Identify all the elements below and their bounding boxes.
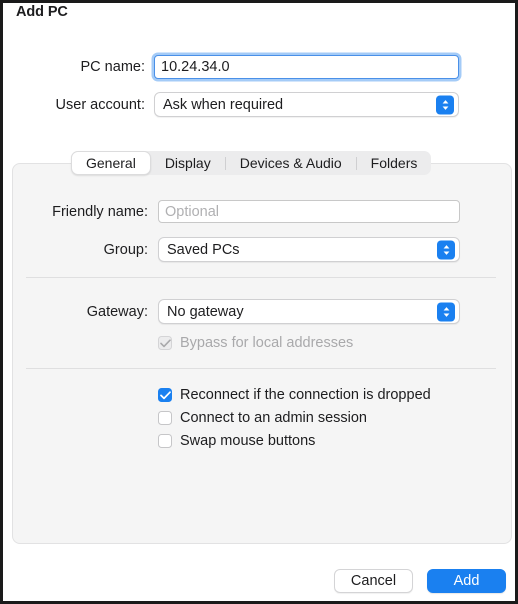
swap-mouse-buttons-checkbox[interactable]: Swap mouse buttons: [158, 433, 315, 449]
checkbox-unchecked-icon: [158, 434, 172, 448]
user-account-select[interactable]: Ask when required: [154, 92, 459, 117]
divider-1: [26, 277, 496, 278]
user-account-row: User account: Ask when required: [35, 92, 460, 117]
checkbox-unchecked-icon: [158, 411, 172, 425]
gateway-row: Gateway: No gateway: [26, 299, 470, 324]
group-label: Group:: [103, 241, 148, 258]
chevron-up-down-icon: [437, 302, 455, 321]
tab-display[interactable]: Display: [151, 151, 225, 175]
friendly-name-row: Friendly name: Optional: [26, 200, 470, 223]
checkbox-checked-icon: [158, 388, 172, 402]
connect-admin-session-label: Connect to an admin session: [180, 410, 367, 426]
gateway-label: Gateway:: [86, 303, 148, 320]
tab-folders[interactable]: Folders: [357, 151, 432, 175]
gateway-select[interactable]: No gateway: [158, 299, 460, 324]
pc-name-row: PC name: 10.24.34.0: [35, 55, 460, 79]
bypass-local-addresses-checkbox: Bypass for local addresses: [158, 335, 353, 351]
group-row: Group: Saved PCs: [26, 237, 470, 262]
user-account-value: Ask when required: [163, 96, 284, 113]
group-value: Saved PCs: [167, 241, 240, 258]
group-select[interactable]: Saved PCs: [158, 237, 460, 262]
settings-tabs: General Display Devices & Audio Folders: [71, 151, 432, 175]
bypass-local-addresses-label: Bypass for local addresses: [180, 335, 354, 351]
general-tab-panel: Friendly name: Optional Group: Saved PCs…: [12, 163, 512, 544]
chevron-up-down-icon: [436, 95, 454, 114]
friendly-name-label: Friendly name:: [52, 203, 148, 220]
reconnect-if-dropped-checkbox[interactable]: Reconnect if the connection is dropped: [158, 387, 431, 403]
divider-2: [26, 368, 496, 369]
pc-name-input[interactable]: 10.24.34.0: [154, 55, 459, 79]
add-pc-dialog: Add PC PC name: 10.24.34.0 User account:…: [0, 0, 518, 604]
checkbox-checked-disabled-icon: [158, 336, 172, 350]
friendly-name-placeholder: Optional: [165, 203, 220, 220]
gateway-value: No gateway: [167, 303, 244, 320]
reconnect-if-dropped-label: Reconnect if the connection is dropped: [180, 387, 431, 403]
cancel-button[interactable]: Cancel: [334, 569, 413, 593]
connect-admin-session-checkbox[interactable]: Connect to an admin session: [158, 410, 367, 426]
page-title: Add PC: [16, 4, 68, 20]
chevron-up-down-icon: [437, 240, 455, 259]
pc-name-label: PC name:: [80, 59, 145, 75]
swap-mouse-buttons-label: Swap mouse buttons: [180, 433, 316, 449]
user-account-label: User account:: [55, 96, 145, 113]
tab-devices-audio[interactable]: Devices & Audio: [226, 151, 356, 175]
friendly-name-input[interactable]: Optional: [158, 200, 460, 223]
tab-general[interactable]: General: [71, 151, 151, 175]
pc-name-value: 10.24.34.0: [161, 59, 230, 75]
add-button[interactable]: Add: [427, 569, 506, 593]
